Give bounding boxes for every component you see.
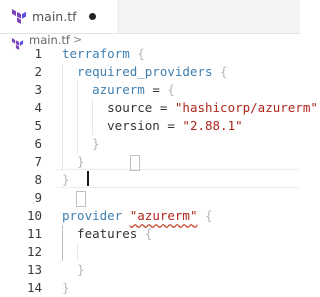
- current-line-highlight: [56, 169, 300, 188]
- line-number: 11: [26, 226, 42, 241]
- line-number: 13: [26, 262, 42, 277]
- code-text: }: [62, 135, 100, 153]
- code-line[interactable]: 11 features {: [0, 225, 300, 243]
- code-editor[interactable]: 1 terraform {2 required_providers {3 azur…: [0, 45, 318, 295]
- matching-bracket-highlight: [76, 191, 86, 207]
- code-token: version: [62, 118, 160, 133]
- code-token: }: [62, 154, 85, 169]
- line-number: 1: [34, 46, 42, 61]
- code-token: "azurerm": [129, 208, 198, 223]
- code-line[interactable]: 6 }: [0, 135, 300, 153]
- code-text: }: [62, 279, 70, 297]
- code-token: features: [62, 226, 138, 241]
- code-token: =: [159, 118, 183, 133]
- code-line[interactable]: 12: [0, 243, 300, 261]
- line-number: 9: [34, 190, 42, 205]
- code-token: "hashicorp/azurerm": [174, 100, 318, 115]
- code-token: {: [129, 46, 145, 61]
- code-token: }: [62, 262, 85, 277]
- code-token: }: [62, 136, 100, 151]
- code-text: version = "2.88.1": [62, 117, 243, 135]
- code-token: }: [62, 280, 70, 295]
- code-token: source: [62, 100, 153, 115]
- code-token: {: [212, 64, 228, 79]
- tab-main-tf[interactable]: main.tf: [0, 0, 117, 33]
- line-number: 5: [34, 118, 42, 133]
- code-token: {: [197, 208, 213, 223]
- code-text: source = "hashicorp/azurerm": [62, 99, 318, 117]
- line-number: 4: [34, 100, 42, 115]
- code-token: =: [144, 82, 168, 97]
- code-line[interactable]: 14}: [0, 279, 300, 297]
- code-token: {: [167, 82, 175, 97]
- code-line[interactable]: 1 terraform {: [0, 45, 300, 63]
- code-text: }: [62, 261, 85, 279]
- code-token: azurerm: [62, 82, 145, 97]
- code-line[interactable]: 4 source = "hashicorp/azurerm": [0, 99, 317, 117]
- code-line[interactable]: 13 }: [0, 261, 300, 279]
- code-token: required_providers: [62, 64, 213, 79]
- unsaved-dot-icon[interactable]: [89, 13, 96, 20]
- code-line[interactable]: 9: [0, 189, 300, 207]
- code-token: {: [137, 226, 153, 241]
- code-line[interactable]: 10 provider "azurerm" {: [0, 207, 300, 225]
- code-text: provider "azurerm" {: [62, 207, 213, 225]
- line-number: 6: [34, 136, 42, 151]
- line-number: 10: [26, 208, 42, 223]
- line-number: 12: [26, 244, 42, 259]
- code-line[interactable]: 2 required_providers {: [0, 63, 300, 81]
- code-text: azurerm = {: [62, 81, 175, 99]
- line-number: 14: [26, 280, 42, 295]
- text-cursor: [87, 171, 89, 186]
- code-token: =: [152, 100, 175, 115]
- tab-bar: main.tf: [0, 0, 300, 34]
- terraform-icon: [12, 9, 26, 28]
- line-number: 7: [34, 154, 42, 169]
- code-token: "2.88.1": [182, 118, 243, 133]
- matching-bracket-highlight: [130, 155, 140, 171]
- line-number: 2: [34, 64, 42, 79]
- code-text: features {: [62, 225, 152, 243]
- code-line[interactable]: 3 azurerm = {: [0, 81, 300, 99]
- code-text: terraform {: [62, 45, 145, 63]
- line-number: 3: [34, 82, 42, 97]
- line-number: 8: [34, 172, 42, 187]
- code-text: required_providers {: [62, 63, 228, 81]
- code-line[interactable]: 5 version = "2.88.1": [0, 117, 300, 135]
- code-token: terraform: [62, 46, 130, 61]
- tab-title: main.tf: [32, 9, 77, 24]
- code-token: provider: [62, 208, 123, 223]
